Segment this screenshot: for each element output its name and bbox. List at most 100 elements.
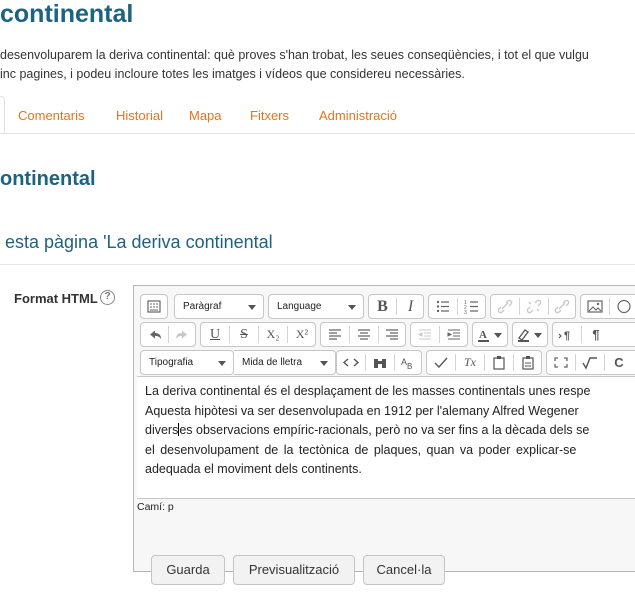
italic-button[interactable]: I <box>397 295 424 318</box>
underline-button[interactable]: U <box>201 323 229 346</box>
numbered-list-button[interactable]: 123 <box>458 295 486 318</box>
highlight-icon <box>518 329 529 342</box>
image-icon <box>587 300 603 313</box>
align-left-button[interactable] <box>321 323 349 346</box>
language-select-value: Language <box>277 301 322 312</box>
chevron-down-icon <box>348 305 356 310</box>
anchor-button[interactable] <box>549 295 576 318</box>
media-icon <box>617 299 631 314</box>
image-button[interactable] <box>581 295 609 318</box>
text-color-button[interactable]: A <box>472 322 508 347</box>
undo-icon <box>150 330 161 339</box>
chevron-down-icon <box>218 361 226 366</box>
link-icon <box>497 299 513 314</box>
section-title: ontinental <box>0 168 96 190</box>
paste-word-icon <box>522 356 534 370</box>
indent-button[interactable] <box>440 323 468 346</box>
align-right-icon <box>386 329 398 340</box>
bold-button[interactable]: B <box>369 295 396 318</box>
edit-heading: esta pàgina 'La deriva continental <box>5 232 273 252</box>
tab-fitxers[interactable]: Fitxers <box>250 108 289 123</box>
tab-administracio[interactable]: Administració <box>319 108 397 123</box>
tab-comentaris[interactable]: Comentaris <box>18 108 84 123</box>
save-button[interactable]: Guarda <box>151 555 225 585</box>
content-text: Aquesta hipòtesi va ser desenvolupada en… <box>145 403 579 418</box>
intro-line: desenvoluparem la deriva continental: qu… <box>0 48 589 62</box>
svg-text:A: A <box>479 329 487 341</box>
ltr-icon: ¶ <box>558 330 570 342</box>
subscript-button[interactable]: X₂ <box>259 323 287 346</box>
page-tabs: Comentaris Historial Mapa Fitxers Admini… <box>0 96 635 134</box>
tools-group: AB <box>336 350 422 375</box>
unlink-button[interactable] <box>520 295 548 318</box>
content-line: Aquesta hipòtesi va ser desenvolupada en… <box>145 402 635 422</box>
square-root-icon <box>582 357 597 370</box>
background-color-button[interactable] <box>512 322 548 347</box>
font-family-select-value: Tipografia <box>149 357 194 368</box>
bullet-list-icon <box>436 300 449 313</box>
paragraph-select-value: Paràgraf <box>183 301 222 312</box>
paste-word-button[interactable] <box>514 351 542 374</box>
align-group <box>320 322 406 347</box>
align-right-button[interactable] <box>379 323 406 346</box>
undo-button[interactable] <box>141 323 168 346</box>
intro-line: inc pagines, i podeu incloure totes les … <box>0 67 465 81</box>
html-editor: Paràgraf Language B I 123 U S X₂ X² A ¶ … <box>133 285 635 572</box>
font-family-select[interactable]: Tipografia <box>140 350 234 375</box>
html-source-button[interactable] <box>337 351 365 374</box>
cancel-button[interactable]: Cancel·la <box>363 555 445 585</box>
redo-button[interactable] <box>169 323 196 346</box>
link-button[interactable] <box>491 295 519 318</box>
media-button[interactable] <box>610 295 635 318</box>
indent-group <box>410 322 468 347</box>
help-icon[interactable]: ? <box>100 290 115 305</box>
align-center-button[interactable] <box>350 323 378 346</box>
unlink-icon <box>526 299 542 314</box>
clear-formatting-button[interactable]: Tx <box>456 351 484 374</box>
toolbar-toggle-icon <box>147 300 161 313</box>
rtl-button[interactable]: ¶ <box>582 323 610 346</box>
bullet-list-button[interactable] <box>429 295 457 318</box>
anchor-link-icon <box>554 299 570 314</box>
fullscreen-button[interactable] <box>547 351 575 374</box>
language-select[interactable]: Language <box>268 294 364 319</box>
outdent-button[interactable] <box>411 323 439 346</box>
text-style-group: B I <box>368 294 424 319</box>
tab-historial[interactable]: Historial <box>116 108 163 123</box>
font-size-select[interactable]: Mida de lletra <box>234 350 336 375</box>
align-center-icon <box>358 329 370 340</box>
superscript-button[interactable]: X² <box>288 323 316 346</box>
c-button[interactable]: C <box>605 351 633 374</box>
toolbar-toggle-button[interactable] <box>140 294 168 319</box>
link-group <box>490 294 576 319</box>
paste-icon <box>493 356 505 370</box>
accessibility-checker-button[interactable] <box>427 351 455 374</box>
format-label: Format HTML <box>14 291 98 306</box>
tab-mapa[interactable]: Mapa <box>189 108 222 123</box>
preview-button[interactable]: Previsualització <box>233 555 355 585</box>
page-title: continental <box>0 0 134 28</box>
direction-group: ¶ ¶ <box>552 322 635 347</box>
font-size-select-value: Mida de lletra <box>242 357 303 368</box>
strikethrough-button[interactable]: S <box>230 323 258 346</box>
char-map-button[interactable]: AB <box>395 351 422 374</box>
content-line: el desenvolupament de la tectònica de pl… <box>145 442 577 457</box>
element-path: Camí: p <box>137 501 174 513</box>
paragraph-select[interactable]: Paràgraf <box>174 294 264 319</box>
content-line: adequada el moviment dels continents. <box>145 462 362 477</box>
indent-icon <box>447 329 460 340</box>
content-text: divers <box>145 423 179 438</box>
chevron-down-icon <box>494 333 502 338</box>
checkmark-icon <box>434 357 448 369</box>
paste-text-button[interactable] <box>485 351 513 374</box>
equation-button[interactable] <box>576 351 604 374</box>
ltr-button[interactable]: ¶ <box>553 323 581 346</box>
list-group: 123 <box>428 294 486 319</box>
content-text: es observacions empíric-racionals, però … <box>179 423 590 438</box>
history-group <box>140 322 196 347</box>
code-icon <box>342 358 360 367</box>
find-replace-button[interactable] <box>366 351 394 374</box>
text-format-group: U S X₂ X² <box>200 322 316 347</box>
editor-content[interactable]: La deriva continental és el desplaçament… <box>137 376 635 499</box>
active-tab-edge <box>0 96 5 134</box>
